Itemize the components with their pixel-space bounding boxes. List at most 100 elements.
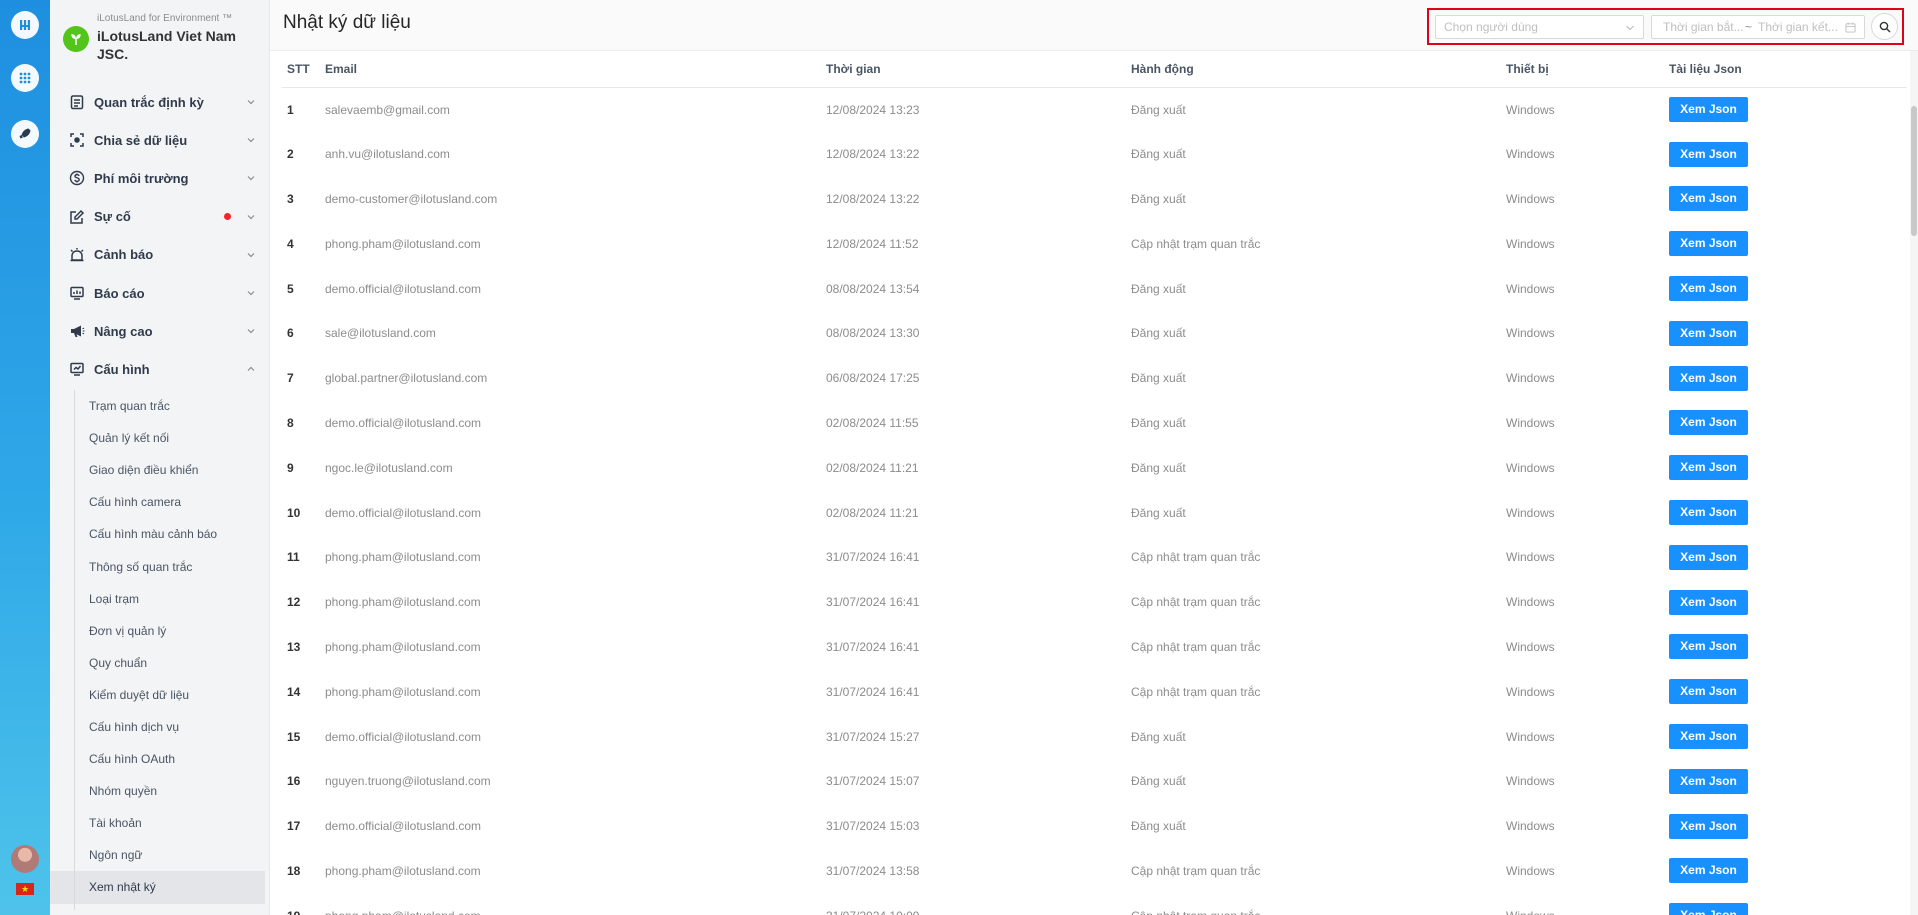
vertical-scrollbar[interactable]	[1910, 51, 1918, 915]
view-json-button[interactable]: Xem Json	[1669, 276, 1748, 302]
row-device: Windows	[1506, 863, 1555, 878]
row-json-cell: Xem Json	[1664, 669, 1907, 714]
view-json-button[interactable]: Xem Json	[1669, 813, 1748, 839]
submenu-item-connection-management[interactable]: Quản lý kết nối	[50, 422, 265, 454]
view-json-button[interactable]: Xem Json	[1669, 455, 1748, 481]
view-json-button[interactable]: Xem Json	[1669, 768, 1748, 794]
row-time: 08/08/2024 13:54	[826, 281, 920, 296]
view-json-button[interactable]: Xem Json	[1669, 724, 1748, 750]
row-json-cell: Xem Json	[1664, 714, 1907, 759]
view-json-button[interactable]: Xem Json	[1669, 231, 1748, 257]
submenu-item-station-type[interactable]: Loại trạm	[50, 583, 265, 615]
row-email: demo.official@ilotusland.com	[325, 281, 482, 296]
user-select[interactable]: Chọn người dùng	[1435, 15, 1644, 39]
leaf-logo-icon	[63, 26, 89, 52]
app-logo-icon[interactable]	[11, 11, 39, 39]
submenu-item-monitoring-parameters[interactable]: Thông số quan trắc	[50, 550, 265, 582]
row-time: 31/07/2024 15:27	[826, 729, 920, 744]
start-time-input[interactable]: Thời gian bắt...	[1663, 16, 1744, 38]
row-stt: 17	[287, 819, 301, 834]
scrollbar-thumb[interactable]	[1911, 106, 1917, 236]
column-header-time[interactable]: Thời gian	[821, 51, 1126, 88]
row-action: Đăng xuất	[1131, 729, 1186, 744]
end-time-input[interactable]: Thời gian kết...	[1758, 16, 1838, 38]
submenu-item-permission-groups[interactable]: Nhóm quyền	[50, 775, 265, 807]
column-header-email[interactable]: Email	[320, 51, 821, 88]
view-json-button[interactable]: Xem Json	[1669, 365, 1748, 391]
view-json-button[interactable]: Xem Json	[1669, 141, 1748, 167]
row-email: global.partner@ilotusland.com	[325, 371, 488, 386]
row-time: 31/07/2024 16:41	[826, 595, 920, 610]
submenu-item-data-approval[interactable]: Kiểm duyệt dữ liệu	[50, 679, 265, 711]
column-header-stt[interactable]: STT	[282, 51, 320, 88]
column-header-json[interactable]: Tài liệu Json	[1664, 51, 1907, 88]
view-json-button[interactable]: Xem Json	[1669, 186, 1748, 212]
view-json-button[interactable]: Xem Json	[1669, 903, 1748, 915]
row-action: Đăng xuất	[1131, 819, 1186, 834]
row-time: 02/08/2024 11:21	[826, 505, 919, 520]
menu-item-report[interactable]: Báo cáo	[50, 274, 270, 312]
submenu-item-oauth-config[interactable]: Cấu hình OAuth	[50, 743, 265, 775]
menu-item-configuration[interactable]: Cấu hình	[50, 350, 270, 388]
configuration-submenu: Trạm quan trắc Quản lý kết nối Giao diện…	[50, 390, 270, 910]
menu-item-share-data[interactable]: Chia sẻ dữ liệu	[50, 121, 270, 159]
row-device: Windows	[1506, 236, 1555, 251]
date-range-picker[interactable]: Thời gian bắt... ~ Thời gian kết...	[1651, 15, 1865, 39]
row-action: Đăng xuất	[1131, 460, 1186, 475]
rocket-icon[interactable]	[11, 120, 39, 148]
menu-item-incident[interactable]: Sự cố	[50, 198, 270, 236]
view-json-button[interactable]: Xem Json	[1669, 634, 1748, 660]
search-button[interactable]	[1871, 13, 1898, 40]
menu-item-periodic-monitoring[interactable]: Quan trắc định kỳ	[50, 83, 270, 121]
menu-item-label: Chia sẻ dữ liệu	[94, 132, 188, 148]
vietnam-flag-icon[interactable]: ★	[16, 883, 34, 895]
table-row: 6 sale@ilotusland.com 08/08/2024 13:30 Đăng…	[282, 311, 1907, 356]
submenu-item-control-interface[interactable]: Giao diện điều khiển	[50, 454, 265, 486]
apps-grid-icon[interactable]	[11, 64, 39, 92]
row-device: Windows	[1506, 595, 1555, 610]
view-json-button[interactable]: Xem Json	[1669, 544, 1748, 570]
row-action: Đăng xuất	[1131, 415, 1186, 430]
user-select-placeholder: Chọn người dùng	[1444, 20, 1538, 34]
column-header-device[interactable]: Thiết bị	[1501, 51, 1664, 88]
view-json-button[interactable]: Xem Json	[1669, 589, 1748, 615]
submenu-item-language[interactable]: Ngôn ngữ	[50, 839, 265, 871]
chevron-down-icon	[247, 100, 255, 105]
view-json-button[interactable]: Xem Json	[1669, 320, 1748, 346]
table-row: 14 phong.pham@ilotusland.com 31/07/2024 16…	[282, 669, 1907, 714]
row-stt: 14	[287, 684, 301, 699]
row-json-cell: Xem Json	[1664, 490, 1907, 535]
main-content: Nhật ký dữ liệu Chọn người dùng Thời gia…	[270, 0, 1918, 915]
row-stt: 8	[287, 415, 294, 430]
view-json-button[interactable]: Xem Json	[1669, 97, 1748, 123]
table-row: 12 phong.pham@ilotusland.com 31/07/2024 16…	[282, 580, 1907, 625]
view-json-button[interactable]: Xem Json	[1669, 500, 1748, 526]
submenu-item-accounts[interactable]: Tài khoản	[50, 807, 265, 839]
view-json-button[interactable]: Xem Json	[1669, 858, 1748, 884]
submenu-item-camera-config[interactable]: Cấu hình camera	[50, 486, 265, 518]
user-avatar[interactable]	[11, 845, 39, 873]
table-body: 1 salevaemb@gmail.com 12/08/2024 13:23 Đăng…	[282, 87, 1907, 915]
submenu-item-management-unit[interactable]: Đơn vị quản lý	[50, 615, 265, 647]
row-email: demo.official@ilotusland.com	[325, 415, 482, 430]
submenu-item-service-config[interactable]: Cấu hình dịch vụ	[50, 711, 265, 743]
menu-item-alert[interactable]: Cảnh báo	[50, 236, 270, 274]
row-email: demo.official@ilotusland.com	[325, 729, 482, 744]
submenu-item-alert-color-config[interactable]: Cấu hình màu cảnh báo	[50, 518, 265, 550]
submenu-item-standards[interactable]: Quy chuẩn	[50, 647, 265, 679]
submenu-item-view-log[interactable]: Xem nhật ký	[50, 871, 265, 904]
row-time: 31/07/2024 16:41	[826, 550, 920, 565]
view-json-button[interactable]: Xem Json	[1669, 679, 1748, 705]
row-email: salevaemb@gmail.com	[325, 102, 450, 117]
table-row: 5 demo.official@ilotusland.com 08/08/2024 …	[282, 266, 1907, 311]
menu-item-label: Cấu hình	[94, 361, 150, 377]
table-row: 15 demo.official@ilotusland.com 31/07/2024…	[282, 714, 1907, 759]
row-stt: 3	[287, 191, 294, 206]
menu-item-advanced[interactable]: Nâng cao	[50, 312, 270, 350]
row-device: Windows	[1506, 819, 1555, 834]
view-json-button[interactable]: Xem Json	[1669, 410, 1748, 436]
submenu-item-monitoring-station[interactable]: Trạm quan trắc	[50, 390, 265, 422]
column-header-action[interactable]: Hành động	[1126, 51, 1501, 88]
menu-item-environment-fee[interactable]: Phí môi trường	[50, 159, 270, 197]
table-row: 1 salevaemb@gmail.com 12/08/2024 13:23 Đăng…	[282, 87, 1907, 132]
